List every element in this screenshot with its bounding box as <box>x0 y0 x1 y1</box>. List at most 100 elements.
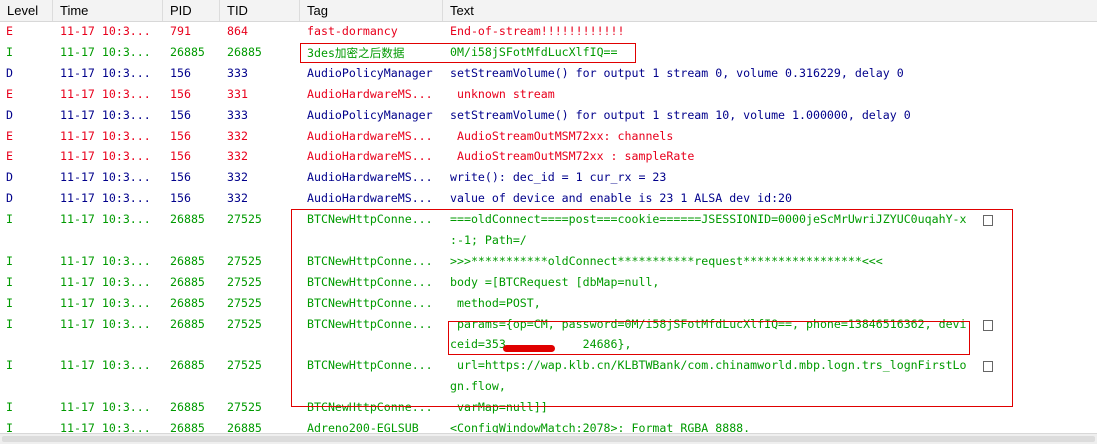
log-row[interactable]: E 11-17 10:3... 156 332 AudioHardwareMS... A… <box>0 129 1097 150</box>
log-text-continued: :-1; Path=/ <box>450 232 527 247</box>
column-header-level[interactable]: Level <box>0 0 53 21</box>
log-time: 11-17 10:3... <box>60 295 151 310</box>
log-text: AudioStreamOutMSM72xx : sampleRate <box>450 149 695 164</box>
log-row[interactable]: E 11-17 10:3... 156 331 AudioHardwareMS... u… <box>0 87 1097 108</box>
log-tag: AudioHardwareMS... <box>307 170 433 185</box>
log-tid: 27525 <box>227 253 262 268</box>
log-pid: 156 <box>170 191 191 206</box>
log-row[interactable]: D 11-17 10:3... 156 333 AudioPolicyManager se… <box>0 108 1097 129</box>
log-level: E <box>6 24 13 38</box>
log-time: 11-17 10:3... <box>60 24 151 38</box>
log-pid: 26885 <box>170 274 205 289</box>
log-pid: 156 <box>170 107 191 122</box>
log-tag: AudioPolicyManager <box>307 65 433 80</box>
log-time: 11-17 10:3... <box>60 400 151 415</box>
log-text: value of device and enable is 23 1 ALSA … <box>450 191 793 206</box>
log-tid: 332 <box>227 128 248 143</box>
log-tag: BTCNewHttpConne... <box>307 316 433 331</box>
log-text: 0M/i58jSFotMfdLucXlfIQ== <box>450 44 618 59</box>
column-header-tid[interactable]: TID <box>220 0 300 21</box>
log-text: ===oldConnect====post===cookie======JSES… <box>450 212 967 227</box>
column-header-pid[interactable]: PID <box>163 0 220 21</box>
log-time: 11-17 10:3... <box>60 212 151 227</box>
log-text: method=POST, <box>450 295 541 310</box>
log-row[interactable]: D 11-17 10:3... 156 332 AudioHardwareMS... wr… <box>0 170 1097 191</box>
log-row[interactable]: D 11-17 10:3... 156 332 AudioHardwareMS... va… <box>0 191 1097 212</box>
log-tid: 333 <box>227 107 248 122</box>
log-pid: 26885 <box>170 400 205 415</box>
log-tag: BTCNewHttpConne... <box>307 253 433 268</box>
log-time: 11-17 10:3... <box>60 191 151 206</box>
log-tid: 331 <box>227 86 248 101</box>
log-text: setStreamVolume() for output 1 stream 0,… <box>450 65 904 80</box>
log-time: 11-17 10:3... <box>60 253 151 268</box>
log-time: 11-17 10:3... <box>60 86 151 101</box>
log-row[interactable]: I 11-17 10:3... 26885 27525 BTCNewHttpConne.… <box>0 254 1097 275</box>
log-pid: 26885 <box>170 358 205 373</box>
log-pid: 26885 <box>170 295 205 310</box>
log-row[interactable]: D 11-17 10:3... 156 333 AudioPolicyManager se… <box>0 66 1097 87</box>
column-header-text[interactable]: Text <box>443 0 1097 21</box>
log-pid: 791 <box>170 24 191 38</box>
log-text: params={op=CM, password=0M/i58jSFotMfdLu… <box>450 316 967 331</box>
scrollbar-thumb[interactable] <box>2 436 1095 442</box>
log-tid: 333 <box>227 65 248 80</box>
log-time: 11-17 10:3... <box>60 44 151 59</box>
log-level: I <box>6 316 13 331</box>
log-row[interactable]: E 11-17 10:3... 156 332 AudioHardwareMS... A… <box>0 149 1097 170</box>
log-row[interactable]: I 11-17 10:3... 26885 27525 BTCNewHttpConne.… <box>0 212 1097 254</box>
log-tid: 26885 <box>227 44 262 59</box>
column-header-time[interactable]: Time <box>53 0 163 21</box>
log-pid: 26885 <box>170 316 205 331</box>
log-level: D <box>6 107 13 122</box>
horizontal-scrollbar[interactable] <box>0 433 1097 444</box>
log-row[interactable]: I 11-17 10:3... 26885 27525 BTCNewHttpConne.… <box>0 275 1097 296</box>
log-time: 11-17 10:3... <box>60 170 151 185</box>
log-tag: AudioPolicyManager <box>307 107 433 122</box>
log-level: E <box>6 149 13 164</box>
log-text: AudioStreamOutMSM72xx: channels <box>450 128 674 143</box>
log-text: body =[BTCRequest [dbMap=null, <box>450 274 660 289</box>
column-header-tag[interactable]: Tag <box>300 0 443 21</box>
log-pid: 26885 <box>170 44 205 59</box>
redaction-mark <box>503 345 555 352</box>
log-level: E <box>6 128 13 143</box>
log-level: I <box>6 212 13 227</box>
log-tag: AudioHardwareMS... <box>307 86 433 101</box>
log-tag: AudioHardwareMS... <box>307 191 433 206</box>
log-row[interactable]: I 11-17 10:3... 26885 27525 BTCNewHttpConne.… <box>0 400 1097 421</box>
log-tid: 27525 <box>227 316 262 331</box>
log-time: 11-17 10:3... <box>60 149 151 164</box>
log-table-header: Level Time PID TID Tag Text <box>0 0 1097 22</box>
log-tid: 332 <box>227 170 248 185</box>
log-pid: 156 <box>170 128 191 143</box>
log-tid: 27525 <box>227 212 262 227</box>
log-row[interactable]: I 11-17 10:3... 26885 27525 BTCNewHttpConne.… <box>0 358 1097 400</box>
log-level: D <box>6 170 13 185</box>
log-level: I <box>6 253 13 268</box>
log-pid: 156 <box>170 65 191 80</box>
log-level: D <box>6 65 13 80</box>
log-text: setStreamVolume() for output 1 stream 10… <box>450 107 911 122</box>
log-time: 11-17 10:3... <box>60 107 151 122</box>
log-tag: BTCNewHttpConne... <box>307 400 433 415</box>
log-row[interactable]: I 11-17 10:3... 26885 27525 BTCNewHttpConne.… <box>0 296 1097 317</box>
log-row[interactable]: I 11-17 10:3... 26885 27525 BTCNewHttpConne.… <box>0 317 1097 359</box>
log-tag: AudioHardwareMS... <box>307 128 433 143</box>
log-time: 11-17 10:3... <box>60 65 151 80</box>
log-row[interactable]: E 11-17 10:3... 791 864 fast-dormancy End-of-… <box>0 24 1097 45</box>
log-level: E <box>6 86 13 101</box>
log-level: I <box>6 295 13 310</box>
log-tag: BTCNewHttpConne... <box>307 274 433 289</box>
log-time: 11-17 10:3... <box>60 274 151 289</box>
log-text-continued: gn.flow, <box>450 379 506 394</box>
log-tid: 27525 <box>227 400 262 415</box>
log-tag: BTCNewHttpConne... <box>307 295 433 310</box>
log-tag: fast-dormancy <box>307 24 398 38</box>
log-tid: 27525 <box>227 295 262 310</box>
log-time: 11-17 10:3... <box>60 128 151 143</box>
line-wrap-icon <box>983 319 993 331</box>
log-level: I <box>6 44 13 59</box>
log-level: I <box>6 274 13 289</box>
log-row[interactable]: I 11-17 10:3... 26885 26885 3des加密之后数据 0M/i58… <box>0 45 1097 66</box>
